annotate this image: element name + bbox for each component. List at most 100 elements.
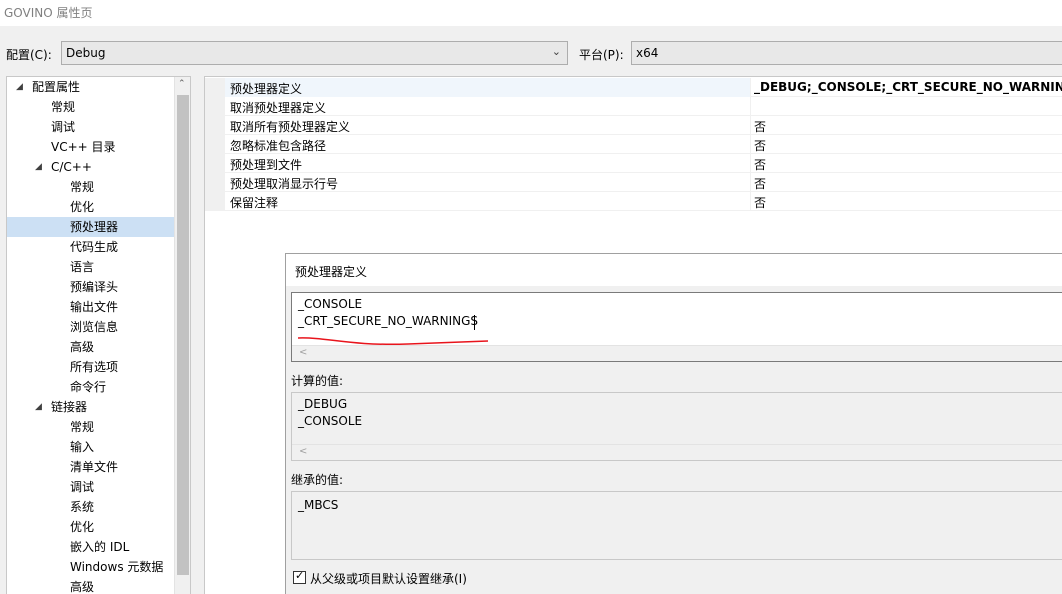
expand-triangle-icon[interactable]: ◢ — [16, 77, 23, 97]
tree-item[interactable]: 输出文件 — [7, 297, 174, 317]
text-caret — [474, 315, 475, 330]
tree-item-label: 调试 — [51, 120, 76, 134]
row-margin — [205, 192, 225, 211]
column-separator — [750, 192, 751, 211]
property-row[interactable]: 预处理到文件 否 — [205, 154, 1062, 173]
row-margin — [205, 154, 225, 173]
tree-item-label: 命令行 — [70, 380, 107, 394]
check-icon: ✓ — [295, 569, 305, 582]
tree-item[interactable]: 常规 — [7, 417, 174, 437]
property-value[interactable]: 否 — [754, 175, 766, 192]
tree-item-label: VC++ 目录 — [51, 140, 116, 154]
property-row[interactable]: 预处理器定义 _DEBUG;_CONSOLE;_CRT_SECURE_NO_WAR… — [205, 78, 1062, 97]
chevron-down-icon: ⌄ — [551, 45, 561, 58]
tree-item[interactable]: 预编译头 — [7, 277, 174, 297]
tree-scroll-thumb[interactable] — [177, 95, 189, 575]
inherited-value-label: 继承的值: — [291, 473, 344, 487]
tree-item[interactable]: 清单文件 — [7, 457, 174, 477]
tree-item-label: 链接器 — [51, 400, 88, 414]
property-name: 忽略标准包含路径 — [230, 139, 327, 153]
tree-item[interactable]: 调试 — [7, 117, 174, 137]
column-separator — [750, 78, 751, 97]
property-row[interactable]: 取消所有预处理器定义 否 — [205, 116, 1062, 135]
tree-item[interactable]: 优化 — [7, 197, 174, 217]
expand-triangle-icon[interactable]: ◢ — [35, 397, 42, 417]
tree-item[interactable]: 高级 — [7, 577, 174, 594]
tree-item-label: 常规 — [70, 420, 95, 434]
tree-item-label: 系统 — [70, 500, 95, 514]
row-margin — [205, 173, 225, 192]
tree-item[interactable]: 输入 — [7, 437, 174, 457]
config-dropdown[interactable]: Debug ⌄ — [61, 41, 568, 65]
tree-item[interactable]: 语言 — [7, 257, 174, 277]
tree-item[interactable]: VC++ 目录 — [7, 137, 174, 157]
row-highlight — [225, 78, 750, 97]
tree-item-label: 浏览信息 — [70, 320, 119, 334]
tree-item-label: 预编译头 — [70, 280, 119, 294]
inherited-line: _MBCS — [298, 498, 339, 512]
tree-item[interactable]: 调试 — [7, 477, 174, 497]
tree-item-label: 高级 — [70, 580, 95, 594]
scroll-up-icon[interactable]: ⌃ — [178, 79, 186, 89]
tree-item[interactable]: Windows 元数据 — [7, 557, 174, 577]
tree-scrollbar[interactable]: ⌃ — [174, 77, 190, 594]
tree-item-label: 语言 — [70, 260, 95, 274]
tree-item-label: 高级 — [70, 340, 95, 354]
column-separator — [750, 173, 751, 192]
platform-dropdown[interactable]: x64 — [631, 41, 1062, 65]
tree-item[interactable]: ◢ 配置属性 — [7, 77, 174, 97]
property-value[interactable]: _DEBUG;_CONSOLE;_CRT_SECURE_NO_WARNINGS;… — [754, 80, 1062, 94]
evaluated-value-box: _DEBUG _CONSOLE < — [291, 392, 1062, 461]
tree-item[interactable]: 浏览信息 — [7, 317, 174, 337]
tree-item[interactable]: ◢ 链接器 — [7, 397, 174, 417]
tree-item[interactable]: 优化 — [7, 517, 174, 537]
scroll-left-icon[interactable]: < — [299, 446, 307, 457]
property-row[interactable]: 预处理取消显示行号 否 — [205, 173, 1062, 192]
evaluated-value-label: 计算的值: — [291, 374, 344, 388]
tree-item[interactable]: 代码生成 — [7, 237, 174, 257]
inherit-checkbox[interactable]: ✓ — [293, 569, 306, 584]
property-row[interactable]: 保留注释 否 — [205, 192, 1062, 211]
platform-value: x64 — [636, 46, 659, 60]
property-row[interactable]: 取消预处理器定义 — [205, 97, 1062, 116]
config-label: 配置(C): — [6, 48, 52, 62]
row-margin — [205, 116, 225, 135]
tree-item-label: 预处理器 — [70, 220, 119, 234]
tree-item-label: 优化 — [70, 200, 95, 214]
evaluated-horizontal-scrollbar[interactable]: < — [292, 444, 1062, 460]
tree-item-label: 输出文件 — [70, 300, 119, 314]
tree-item[interactable]: 系统 — [7, 497, 174, 517]
row-margin — [205, 97, 225, 116]
edit-horizontal-scrollbar[interactable]: < — [292, 345, 1062, 361]
row-margin — [205, 135, 225, 154]
property-value[interactable]: 否 — [754, 156, 766, 173]
tree-item[interactable]: 所有选项 — [7, 357, 174, 377]
expand-triangle-icon[interactable]: ◢ — [35, 157, 42, 177]
property-row[interactable]: 忽略标准包含路径 否 — [205, 135, 1062, 154]
property-tree[interactable]: ◢ 配置属性 常规 调试 VC++ 目录 ◢ C/C++ 常规 优化 预处理器 代码生成 语言 预编译头… — [6, 76, 191, 594]
tree-item[interactable]: 常规 — [7, 97, 174, 117]
window-title: GOVINO 属性页 — [4, 6, 93, 20]
tree-item[interactable]: 常规 — [7, 177, 174, 197]
property-value[interactable]: 否 — [754, 118, 766, 135]
tree-item-label: C/C++ — [51, 160, 92, 174]
tree-item[interactable]: 命令行 — [7, 377, 174, 397]
dialog-title: 预处理器定义 — [295, 265, 368, 279]
tree-item-label: 所有选项 — [70, 360, 119, 374]
inherit-checkbox-label[interactable]: 从父级或项目默认设置继承(I) — [310, 570, 467, 587]
definitions-edit-box[interactable]: _CONSOLE _CRT_SECURE_NO_WARNINGS < — [291, 292, 1062, 362]
dialog-title-bar: 预处理器定义 — [286, 254, 1062, 286]
tree-item-label: 常规 — [51, 100, 76, 114]
tree-item[interactable]: 高级 — [7, 337, 174, 357]
property-value[interactable]: 否 — [754, 137, 766, 154]
tree-item[interactable]: 嵌入的 IDL — [7, 537, 174, 557]
scroll-left-icon[interactable]: < — [299, 347, 307, 358]
property-name: 预处理到文件 — [230, 158, 303, 172]
tree-item[interactable]: ◢ C/C++ — [7, 157, 174, 177]
tree-item-label: 清单文件 — [70, 460, 119, 474]
column-separator — [750, 116, 751, 135]
config-value: Debug — [66, 46, 106, 60]
property-value[interactable]: 否 — [754, 194, 766, 211]
window-title-bar: GOVINO 属性页 — [0, 0, 1062, 26]
tree-item[interactable]: 预处理器 — [7, 217, 174, 237]
